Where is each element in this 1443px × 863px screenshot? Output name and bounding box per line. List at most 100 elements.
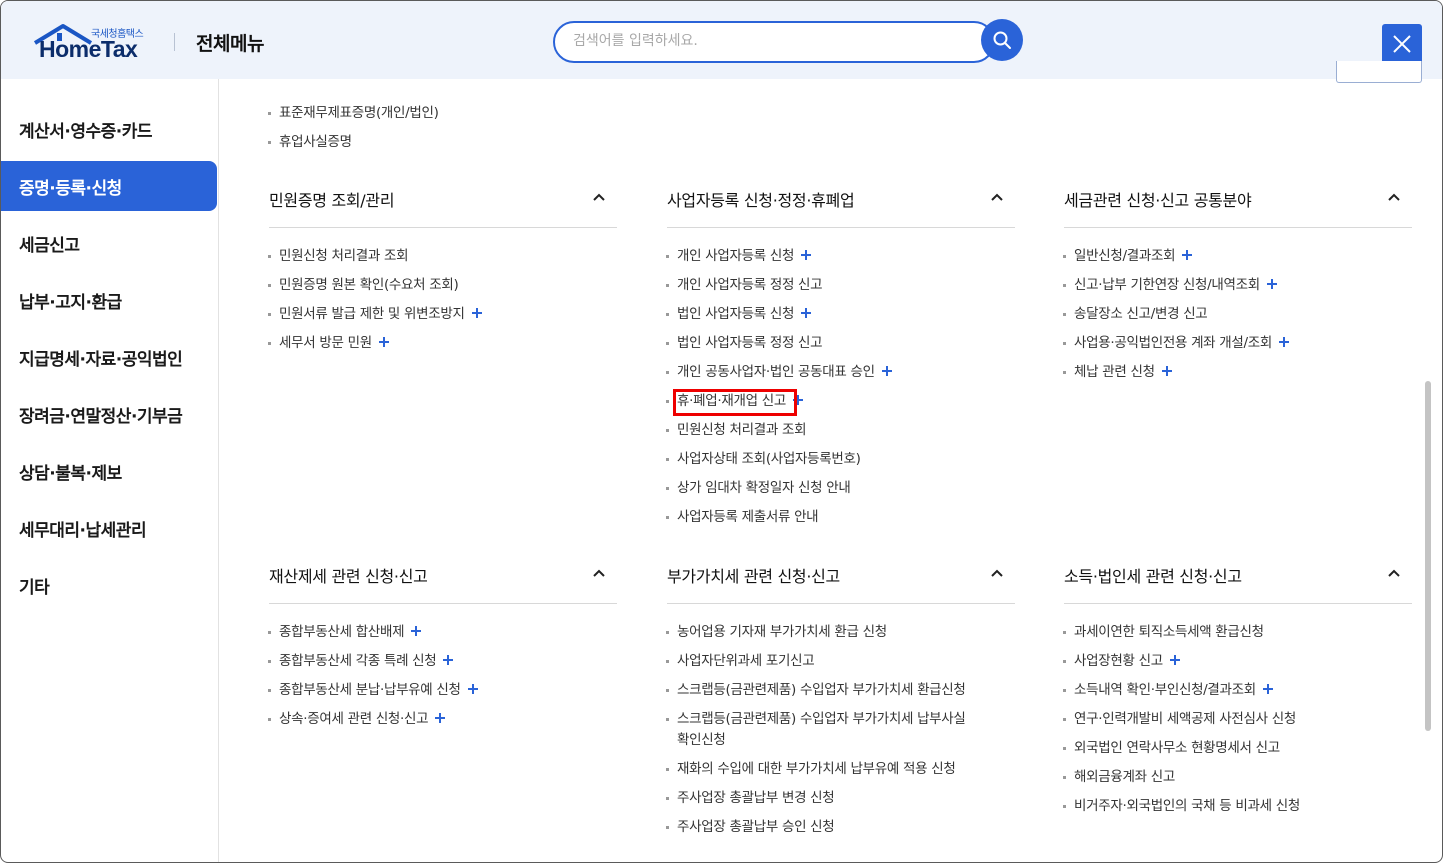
menu-item[interactable]: 민원신청 처리결과 조회 xyxy=(268,246,408,267)
menu-item[interactable]: 법인 사업자등록 신청 xyxy=(666,304,812,325)
menu-item[interactable]: 주사업장 총괄납부 변경 신청 xyxy=(666,788,835,809)
menu-item-label: 상가 임대차 확정일자 신청 안내 xyxy=(677,480,851,496)
menu-item[interactable]: 사업자상태 조회(사업자등록번호) xyxy=(666,449,861,470)
menu-item[interactable]: 사업자단위과세 포기신고 xyxy=(666,651,815,672)
section-title[interactable]: 사업자등록 신청·정정·휴폐업 xyxy=(667,187,855,211)
menu-item[interactable]: 사업용·공익법인전용 계좌 개설/조회 xyxy=(1063,333,1290,354)
top-menu-item[interactable]: 휴업사실증명 xyxy=(268,132,352,153)
menu-item[interactable]: 사업장현황 신고 xyxy=(1063,651,1180,672)
sidebar-item-label: 증명·등록·신청 xyxy=(19,178,122,199)
menu-item[interactable]: 상가 임대차 확정일자 신청 안내 xyxy=(666,478,851,499)
menu-item[interactable]: 외국법인 연락사무소 현황명세서 신고 xyxy=(1063,738,1280,759)
menu-item[interactable]: 민원서류 발급 제한 및 위변조방지 xyxy=(268,304,482,325)
expand-plus-icon[interactable] xyxy=(443,655,454,665)
section-divider xyxy=(269,603,617,604)
search-button[interactable] xyxy=(981,19,1023,61)
menu-item-label: 스크랩등(금관련제품) 수입업자 부가가치세 환급신청 xyxy=(677,682,966,698)
menu-item[interactable]: 종합부동산세 각종 특례 신청 xyxy=(268,651,454,672)
menu-item-label: 사업자등록 제출서류 안내 xyxy=(677,509,819,525)
menu-item[interactable]: 연구·인력개발비 세액공제 사전심사 신청 xyxy=(1063,709,1296,730)
bullet-icon xyxy=(268,342,271,345)
menu-item[interactable]: 상속·증여세 관련 신청·신고 xyxy=(268,709,446,730)
menu-item[interactable]: 송달장소 신고/변경 신고 xyxy=(1063,304,1208,325)
search-input[interactable] xyxy=(573,33,973,49)
bullet-icon xyxy=(666,516,669,519)
sidebar-item-3[interactable]: 납부·고지·환급 xyxy=(1,275,217,325)
chevron-up-icon[interactable] xyxy=(1386,565,1402,581)
expand-plus-icon[interactable] xyxy=(471,308,482,318)
hometax-logo[interactable]: 국세청홈택스 HomeTax xyxy=(33,23,153,63)
section-title[interactable]: 민원증명 조회/관리 xyxy=(269,187,395,211)
top-menu-item[interactable]: 표준재무제표증명(개인/법인) xyxy=(268,103,439,124)
chevron-up-icon[interactable] xyxy=(1386,189,1402,205)
menu-item[interactable]: 종합부동산세 합산배제 xyxy=(268,622,422,643)
expand-plus-icon[interactable] xyxy=(1161,366,1172,376)
menu-item[interactable]: 사업자등록 제출서류 안내 xyxy=(666,507,819,528)
sidebar-item-2[interactable]: 세금신고 xyxy=(1,218,217,268)
section-title[interactable]: 세금관련 신청·신고 공통분야 xyxy=(1064,187,1252,211)
menu-item-label: 소득내역 확인·부인신청/결과조회 xyxy=(1074,682,1256,698)
menu-item[interactable]: 체납 관련 신청 xyxy=(1063,362,1172,383)
menu-item[interactable]: 민원증명 원본 확인(수요처 조회) xyxy=(268,275,459,296)
menu-item[interactable]: 개인 공동사업자·법인 공동대표 승인 xyxy=(666,362,892,383)
menu-item[interactable]: 재화의 수입에 대한 부가가치세 납부유예 적용 신청 xyxy=(666,759,956,780)
menu-item[interactable]: 스크랩등(금관련제품) 수입업자 부가가치세 환급신청 xyxy=(666,680,966,701)
expand-plus-icon[interactable] xyxy=(1262,684,1273,694)
menu-item[interactable]: 스크랩등(금관련제품) 수입업자 부가가치세 납부사실 확인신청 xyxy=(666,709,966,751)
expand-plus-icon[interactable] xyxy=(1279,337,1290,347)
sidebar-item-8[interactable]: 기타 xyxy=(1,560,217,610)
sidebar-item-5[interactable]: 장려금·연말정산·기부금 xyxy=(1,389,217,439)
menu-item[interactable]: 소득내역 확인·부인신청/결과조회 xyxy=(1063,680,1273,701)
sidebar-item-1[interactable]: 증명·등록·신청 xyxy=(1,161,217,211)
expand-plus-icon[interactable] xyxy=(1169,655,1180,665)
menu-item[interactable]: 개인 사업자등록 정정 신고 xyxy=(666,275,823,296)
menu-item[interactable]: 민원신청 처리결과 조회 xyxy=(666,420,806,441)
menu-item[interactable]: 과세이연한 퇴직소득세액 환급신청 xyxy=(1063,622,1264,643)
sidebar-item-label: 세무대리·납세관리 xyxy=(19,520,147,541)
menu-item[interactable]: 농어업용 기자재 부가가치세 환급 신청 xyxy=(666,622,887,643)
chevron-up-icon[interactable] xyxy=(989,189,1005,205)
sidebar-item-4[interactable]: 지급명세·자료·공익법인 xyxy=(1,332,217,382)
expand-plus-icon[interactable] xyxy=(801,308,812,318)
menu-item-label: 주사업장 총괄납부 승인 신청 xyxy=(677,819,835,835)
menu-item[interactable]: 개인 사업자등록 신청 xyxy=(666,246,812,267)
expand-plus-icon[interactable] xyxy=(801,250,812,260)
menu-item[interactable]: 주사업장 총괄납부 승인 신청 xyxy=(666,817,835,838)
bullet-icon xyxy=(268,284,271,287)
section-title[interactable]: 재산제세 관련 신청·신고 xyxy=(269,563,428,587)
menu-item-label: 개인 공동사업자·법인 공동대표 승인 xyxy=(677,364,875,380)
menu-item[interactable]: 해외금융계좌 신고 xyxy=(1063,767,1175,788)
menu-item[interactable]: 종합부동산세 분납·납부유예 신청 xyxy=(268,680,478,701)
section-divider xyxy=(1064,227,1412,228)
expand-plus-icon[interactable] xyxy=(435,713,446,723)
bullet-icon xyxy=(1063,776,1066,779)
menu-item[interactable]: 세무서 방문 민원 xyxy=(268,333,389,354)
menu-item-label: 종합부동산세 각종 특례 신청 xyxy=(279,653,437,669)
chevron-up-icon[interactable] xyxy=(591,189,607,205)
expand-plus-icon[interactable] xyxy=(378,337,389,347)
menu-item-label: 신고·납부 기한연장 신청/내역조회 xyxy=(1074,277,1260,293)
expand-plus-icon[interactable] xyxy=(1182,250,1193,260)
section-title[interactable]: 부가가치세 관련 신청·신고 xyxy=(667,563,840,587)
chevron-up-icon[interactable] xyxy=(591,565,607,581)
scrollbar-thumb[interactable] xyxy=(1425,381,1431,731)
expand-plus-icon[interactable] xyxy=(1266,279,1277,289)
chevron-up-icon[interactable] xyxy=(989,565,1005,581)
menu-item[interactable]: 법인 사업자등록 정정 신고 xyxy=(666,333,823,354)
menu-item[interactable]: 일반신청/결과조회 xyxy=(1063,246,1193,267)
menu-item[interactable]: 신고·납부 기한연장 신청/내역조회 xyxy=(1063,275,1277,296)
bullet-icon xyxy=(268,718,271,721)
expand-plus-icon[interactable] xyxy=(411,626,422,636)
menu-item-label: 종합부동산세 합산배제 xyxy=(279,624,405,640)
menu-item[interactable]: 비거주자·외국법인의 국채 등 비과세 신청 xyxy=(1063,796,1300,817)
bullet-icon xyxy=(666,660,669,663)
expand-plus-icon[interactable] xyxy=(467,684,478,694)
menu-item-label: 개인 사업자등록 신청 xyxy=(677,248,795,264)
sidebar-item-6[interactable]: 상담·불복·제보 xyxy=(1,446,217,496)
close-button[interactable] xyxy=(1382,24,1422,64)
expand-plus-icon[interactable] xyxy=(881,366,892,376)
section-title[interactable]: 소득·법인세 관련 신청·신고 xyxy=(1064,563,1242,587)
menu-item-label: 송달장소 신고/변경 신고 xyxy=(1074,306,1208,322)
sidebar-item-7[interactable]: 세무대리·납세관리 xyxy=(1,503,217,553)
sidebar-item-0[interactable]: 계산서·영수증·카드 xyxy=(1,104,217,154)
